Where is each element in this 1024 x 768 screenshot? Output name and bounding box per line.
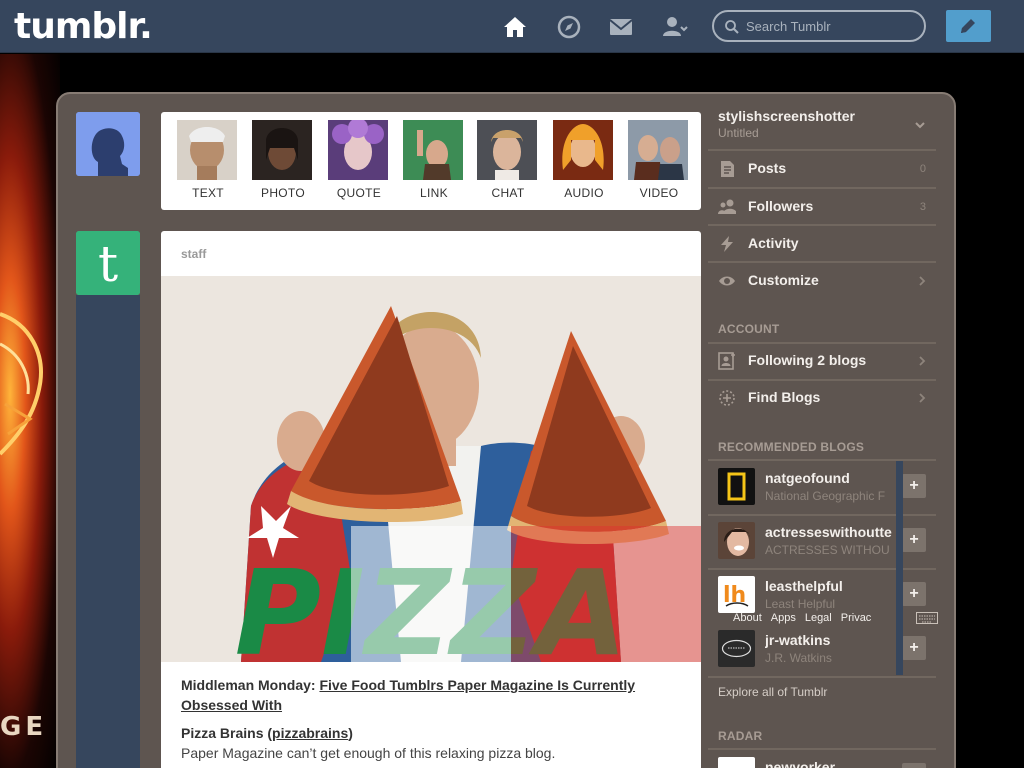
sidebar-item-activity[interactable]: Activity xyxy=(708,226,936,262)
account-heading: ACCOUNT xyxy=(718,322,780,336)
quote-post-icon xyxy=(328,120,388,180)
tumblr-t-icon: t xyxy=(76,231,140,295)
blog-title: Untitled xyxy=(718,126,759,140)
mail-icon[interactable] xyxy=(608,14,634,40)
post-type-link[interactable]: LINK xyxy=(403,120,465,204)
background-text: GE xyxy=(0,712,48,742)
chat-post-icon xyxy=(477,120,537,180)
pizza-photo: PIZZA xyxy=(161,276,701,662)
leasthelpful-logo-icon: lh xyxy=(718,576,755,613)
chevron-right-icon xyxy=(919,393,926,403)
recommended-scrollbar[interactable] xyxy=(896,461,903,675)
home-icon[interactable] xyxy=(502,14,528,40)
sidebar-item-customize[interactable]: Customize xyxy=(708,263,936,299)
post-type-video[interactable]: VIDEO xyxy=(628,120,690,204)
follow-button[interactable]: + xyxy=(902,636,926,660)
search-box[interactable] xyxy=(712,10,926,42)
explore-link[interactable]: Explore all of Tumblr xyxy=(718,685,827,699)
sidebar-item-posts[interactable]: Posts 0 xyxy=(708,151,936,187)
actress-photo xyxy=(718,522,755,559)
tumblr-logo[interactable]: tumblr. xyxy=(14,6,153,47)
post-author[interactable]: staff xyxy=(181,247,206,261)
post-title: Middleman Monday: Five Food Tumblrs Pape… xyxy=(181,677,636,713)
link-post-icon xyxy=(403,120,463,180)
find-blogs-icon xyxy=(719,390,735,406)
divider xyxy=(708,676,936,678)
activity-icon xyxy=(721,236,733,252)
post-type-chat[interactable]: CHAT xyxy=(477,120,539,204)
svg-text:t: t xyxy=(98,235,118,293)
compass-icon[interactable] xyxy=(556,14,582,40)
sidebar-item-followers[interactable]: Followers 3 xyxy=(708,189,936,225)
post-type-photo[interactable]: PHOTO xyxy=(252,120,314,204)
photo-post-icon xyxy=(252,120,312,180)
search-input[interactable] xyxy=(746,17,916,35)
recommended-heading: RECOMMENDED BLOGS xyxy=(718,440,865,454)
jr-watkins-logo-icon xyxy=(718,630,755,667)
post-subheading: Pizza Brains (pizzabrains) xyxy=(181,725,353,741)
audio-post-icon xyxy=(553,120,613,180)
compose-button[interactable] xyxy=(946,10,991,42)
user-avatar[interactable] xyxy=(76,112,140,176)
sidebar: stylishscreenshotter Untitled Posts 0 Fo… xyxy=(708,100,938,768)
chevron-right-icon xyxy=(919,356,926,366)
sidebar-item-find-blogs[interactable]: Find Blogs xyxy=(708,380,936,416)
posts-icon xyxy=(721,161,734,177)
staff-avatar[interactable]: t xyxy=(76,231,140,295)
background-art: GE xyxy=(0,54,60,768)
pencil-icon xyxy=(961,19,975,33)
followers-count: 3 xyxy=(919,201,926,213)
post-type-quote[interactable]: QUOTE xyxy=(328,120,390,204)
staff-avatar-strip xyxy=(76,295,140,768)
radar-heading: RADAR xyxy=(718,729,763,743)
eye-icon xyxy=(719,276,735,286)
post-type-text[interactable]: TEXT xyxy=(177,120,239,204)
leasthelpful-avatar: lh xyxy=(718,576,755,613)
chevron-right-icon xyxy=(919,276,926,286)
jr-watkins-avatar xyxy=(718,630,755,667)
post-image[interactable]: PIZZA xyxy=(161,276,701,662)
follow-button[interactable]: + xyxy=(902,763,926,768)
post-type-audio[interactable]: AUDIO xyxy=(553,120,615,204)
dashboard-post: staff PIZZA xyxy=(161,231,701,768)
follow-button[interactable]: + xyxy=(902,528,926,552)
default-avatar-silhouette-icon xyxy=(76,112,140,176)
natgeo-logo-icon xyxy=(718,468,755,505)
following-icon xyxy=(718,352,735,370)
blog-name[interactable]: stylishscreenshotter xyxy=(718,108,855,124)
pizzabrains-link[interactable]: pizzabrains xyxy=(272,725,348,741)
natgeo-avatar xyxy=(718,468,755,505)
follow-button[interactable]: + xyxy=(902,582,926,606)
mockingjay-art xyxy=(0,312,43,456)
chevron-down-icon[interactable] xyxy=(914,120,926,130)
text-post-icon xyxy=(177,120,237,180)
video-post-icon xyxy=(628,120,688,180)
post-body-text: Paper Magazine can’t get enough of this … xyxy=(181,745,556,761)
sidebar-item-following[interactable]: Following 2 blogs xyxy=(708,343,936,379)
account-icon[interactable] xyxy=(662,14,688,40)
radar-blog[interactable]: newyorker + xyxy=(708,750,936,768)
follow-button[interactable]: + xyxy=(902,474,926,498)
followers-icon xyxy=(718,199,736,214)
actresses-avatar xyxy=(718,522,755,559)
post-type-bar: TEXT PHOTO QUOTE LINK CHAT AUDIO VIDEO xyxy=(161,112,701,210)
posts-count: 0 xyxy=(919,163,926,175)
radar-avatar xyxy=(718,757,755,768)
top-header: tumblr. xyxy=(0,0,1024,53)
search-icon xyxy=(725,20,739,34)
